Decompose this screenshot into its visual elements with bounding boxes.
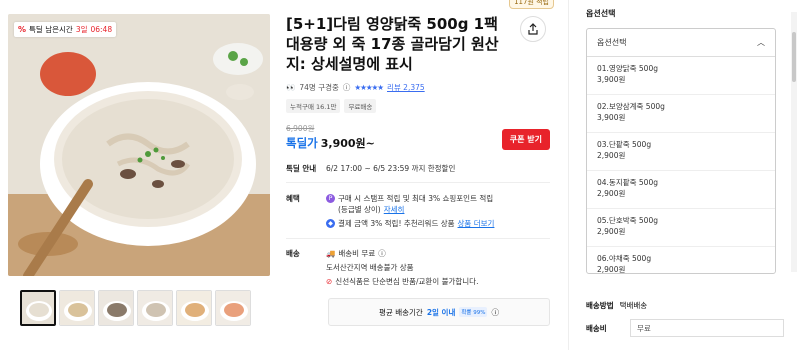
ship-fee-label: 배송비: [586, 323, 607, 333]
option-item[interactable]: 04.동지팥죽 500g 2,900원: [587, 171, 775, 209]
deal-info-row: 톡딜 안내 6/2 17:00 ~ 6/5 23:59 까지 한정할인: [286, 163, 455, 174]
panel-scrollbar[interactable]: [791, 12, 797, 272]
benefit-line1-note: (등급별 상이): [338, 205, 381, 214]
thumbnail-1[interactable]: [20, 290, 56, 326]
tag-purchase-count: 누적구매 16.1만: [286, 99, 341, 113]
option-panel: 옵션선택 옵션선택 ︿ 01.영양닭죽 500g 3,900원 02.보양삼계죽…: [586, 0, 797, 350]
point-icon: P: [326, 194, 335, 203]
rating-stars: ★★★★★: [354, 83, 384, 92]
avg-delivery-box[interactable]: 평균 배송기간 2일 이내 확률 99% ⓘ: [328, 298, 550, 326]
option-item[interactable]: 06.야채죽 500g 2,900원: [587, 247, 775, 274]
option-name: 06.야채죽 500g: [597, 254, 652, 263]
option-name: 05.단호박죽 500g: [597, 216, 658, 225]
product-main-image[interactable]: % 특딜 남은시간 3일 06:48: [8, 14, 270, 276]
product-title: [5+1]다림 영양닭죽 500g 1팩 대용량 외 죽 17종 골라담기 원산…: [286, 15, 499, 73]
benefit-label: 혜택: [286, 194, 300, 203]
deal-timer-time: 06:48: [90, 25, 113, 34]
option-price: 2,900원: [597, 227, 626, 236]
option-title: 옵션선택: [586, 9, 616, 18]
original-price: 6,900원: [286, 124, 315, 133]
option-dropdown[interactable]: 옵션선택 ︿ 01.영양닭죽 500g 3,900원 02.보양삼계죽 500g…: [586, 28, 776, 274]
product-tags: 누적구매 16.1만 무료배송: [286, 99, 377, 113]
option-item[interactable]: 02.보양삼계죽 500g 3,900원: [587, 95, 775, 133]
product-meta: 👀 74명 구경중 ⓘ ★★★★★ 리뷰 2,375: [286, 82, 425, 93]
prohibited-icon: ⊘: [326, 277, 333, 286]
share-icon: [528, 23, 538, 35]
ship-method-value: 택배배송: [619, 301, 648, 310]
deal-timer-days: 3일: [75, 25, 88, 34]
option-name: 02.보양삼계죽 500g: [597, 102, 665, 111]
eye-icon: 👀: [286, 83, 296, 92]
point-badge: 117원 적립: [509, 0, 554, 9]
option-price: 2,900원: [597, 265, 626, 274]
option-item[interactable]: 01.영양닭죽 500g 3,900원: [587, 57, 775, 95]
price-row: 톡딜가 3,900원~: [286, 135, 375, 151]
info-icon[interactable]: ⓘ: [343, 82, 351, 93]
porridge-illustration: [8, 14, 270, 276]
thumbnail-4[interactable]: [137, 290, 173, 326]
option-name: 04.동지팥죽 500g: [597, 178, 658, 187]
benefit-row: 혜택 P 구매 시 스탬프 적립 및 최대 3% 쇼핑포인트 적립 (등급별 상…: [286, 193, 494, 229]
option-item[interactable]: 03.단팥죽 500g 2,900원: [587, 133, 775, 171]
tag-free-shipping: 무료배송: [344, 99, 377, 113]
truck-icon: 🚚: [326, 249, 336, 258]
viewer-count: 74명 구경중: [299, 83, 339, 92]
share-button[interactable]: [520, 16, 546, 42]
info-icon[interactable]: ⓘ: [378, 248, 386, 259]
percent-icon: %: [18, 25, 27, 34]
deal-info-text: 6/2 17:00 ~ 6/5 23:59 까지 한정할인: [326, 164, 456, 173]
avg-delivery-value: 2일 이내: [426, 307, 456, 317]
avg-delivery-label: 평균 배송기간: [379, 307, 423, 317]
thumbnail-3[interactable]: [98, 290, 134, 326]
thumbnail-strip: [20, 290, 251, 326]
dropdown-head-label: 옵션선택: [597, 38, 627, 47]
shipping-row: 배송 🚚 배송비 무료 ⓘ 도서산간지역 배송불가 상품 ⊘ 신선식품은 단순변…: [286, 248, 478, 287]
option-price: 3,900원: [597, 75, 626, 84]
deal-timer-badge: % 특딜 남은시간 3일 06:48: [14, 22, 117, 37]
avg-delivery-probability: 확률 99%: [459, 307, 488, 317]
deal-info-label: 톡딜 안내: [286, 164, 317, 173]
divider: [286, 182, 550, 183]
ship-method-label: 배송방법: [586, 301, 614, 310]
deal-timer-label: 특딜 남은시간: [29, 25, 73, 34]
fresh-food-notice: 신선식품은 단순변심 반품/교환이 불가합니다.: [335, 277, 479, 286]
price-label: 톡딜가: [286, 136, 318, 150]
thumbnail-5[interactable]: [176, 290, 212, 326]
review-link[interactable]: 리뷰 2,375: [387, 82, 425, 93]
thumbnail-6[interactable]: [215, 290, 251, 326]
thumbnail-2[interactable]: [59, 290, 95, 326]
reward-icon: ◆: [326, 219, 335, 228]
ship-method-row: 배송방법 택배배송: [586, 300, 647, 311]
shipping-fee: 배송비 무료: [338, 249, 376, 258]
divider: [286, 238, 550, 239]
info-icon: ⓘ: [491, 307, 499, 317]
vertical-divider: [568, 0, 569, 350]
option-dropdown-header[interactable]: 옵션선택 ︿: [587, 29, 775, 57]
option-price: 3,900원: [597, 113, 626, 122]
product-info: 117원 적립 [5+1]다림 영양닭죽 500g 1팩 대용량 외 죽 17종…: [286, 0, 554, 350]
ship-fee-value: 무료: [630, 319, 784, 337]
chevron-up-icon: ︿: [757, 38, 765, 47]
benefit-line1: 구매 시 스탬프 적립 및 최대 3% 쇼핑포인트 적립: [338, 194, 494, 203]
benefit-detail-link[interactable]: 자세히: [384, 204, 405, 215]
option-price: 2,900원: [597, 151, 626, 160]
option-item[interactable]: 05.단호박죽 500g 2,900원: [587, 209, 775, 247]
coupon-button[interactable]: 쿠폰 받기: [501, 129, 550, 150]
more-products-link[interactable]: 상품 더보기: [458, 218, 495, 229]
shipping-label: 배송: [286, 249, 300, 258]
shipping-region-note: 도서산간지역 배송불가 상품: [326, 263, 414, 272]
benefit-line2: 결제 금액 3% 적립! 추천리워드 상품: [338, 219, 455, 228]
sale-price: 3,900원~: [320, 137, 375, 150]
option-name: 01.영양닭죽 500g: [597, 64, 658, 73]
option-price: 2,900원: [597, 189, 626, 198]
option-name: 03.단팥죽 500g: [597, 140, 652, 149]
ship-fee-row: 배송비 무료: [586, 319, 784, 337]
